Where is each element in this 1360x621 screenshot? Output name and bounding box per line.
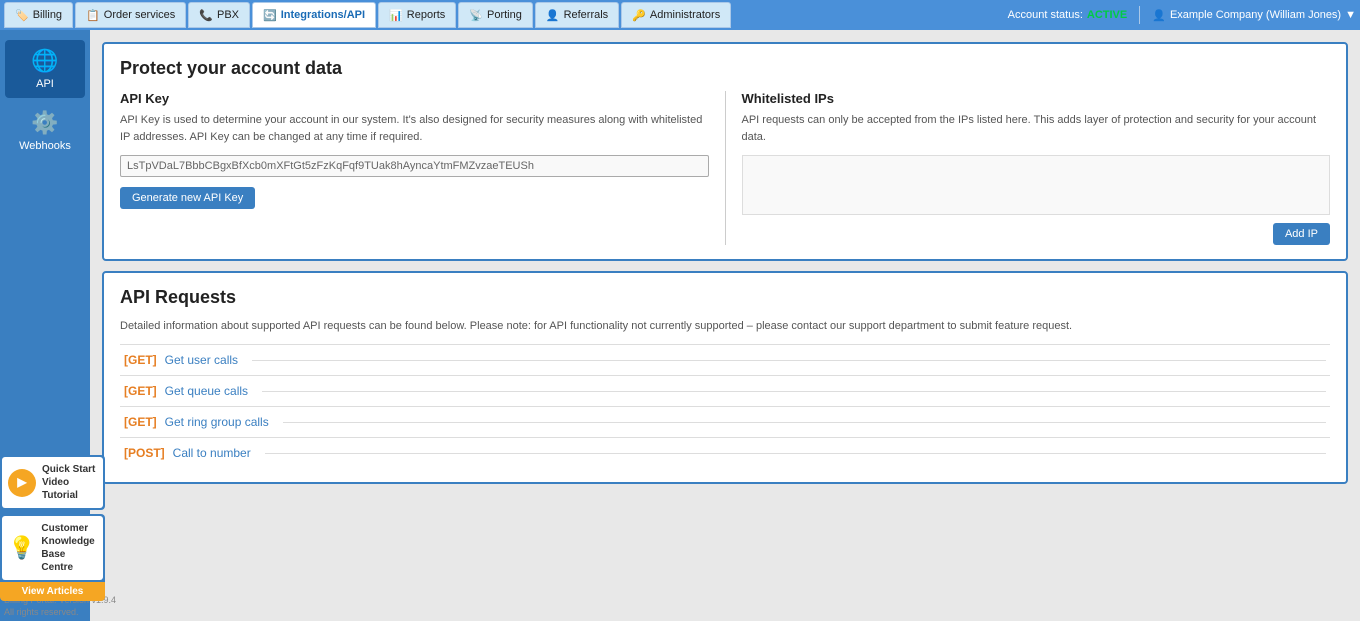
account-status: Account status: ACTIVE	[1008, 9, 1128, 21]
whitelisted-ips-description: API requests can only be accepted from t…	[742, 112, 1331, 145]
view-articles-button[interactable]: View Articles	[0, 582, 105, 601]
dropdown-chevron-icon: ▼	[1345, 9, 1356, 21]
api-request-item-3[interactable]: [POST] Call to number	[120, 437, 1330, 468]
sidebar-item-api[interactable]: 🌐 API	[5, 40, 85, 98]
api-requests-card: API Requests Detailed information about …	[102, 271, 1348, 484]
api-method-0: [GET]	[124, 353, 157, 367]
administrators-label: Administrators	[650, 9, 720, 21]
nav-tabs: 🏷️ Billing 📋 Order services 📞 PBX 🔄 Inte…	[4, 2, 1008, 28]
nav-divider	[1139, 6, 1140, 24]
ip-list-box	[742, 155, 1331, 215]
sidebar-api-label: API	[36, 78, 54, 90]
protect-card-body: API Key API Key is used to determine you…	[120, 91, 1330, 245]
reports-label: Reports	[407, 9, 446, 21]
nav-tab-reports[interactable]: 📊 Reports	[378, 2, 456, 28]
pbx-icon: 📞	[199, 9, 213, 22]
api-request-item-1[interactable]: [GET] Get queue calls	[120, 375, 1330, 406]
main-content: Protect your account data API Key API Ke…	[90, 30, 1360, 621]
api-key-section: API Key API Key is used to determine you…	[120, 91, 726, 245]
quick-start-widget[interactable]: ▶ Quick Start Video Tutorial	[0, 455, 105, 510]
order-services-icon: 📋	[86, 9, 100, 22]
kb-inner: 💡 Customer Knowledge Base Centre	[2, 516, 103, 580]
kb-title: Customer Knowledge Base Centre	[41, 522, 97, 574]
api-key-description: API Key is used to determine your accoun…	[120, 112, 709, 145]
quick-start-title: Quick Start Video Tutorial	[42, 463, 97, 502]
api-line-1	[262, 391, 1326, 392]
reports-icon: 📊	[389, 9, 403, 22]
bottom-widgets: ▶ Quick Start Video Tutorial 💡 Customer …	[0, 455, 108, 601]
billing-label: Billing	[33, 9, 62, 21]
sidebar-webhooks-label: Webhooks	[19, 140, 71, 152]
api-request-item-0[interactable]: [GET] Get user calls	[120, 344, 1330, 375]
user-name: Example Company (William Jones)	[1170, 9, 1341, 21]
api-key-section-title: API Key	[120, 91, 709, 106]
play-icon: ▶	[8, 469, 36, 497]
pbx-label: PBX	[217, 9, 239, 21]
order-services-label: Order services	[104, 9, 176, 21]
nav-tab-integrations-api[interactable]: 🔄 Integrations/API	[252, 2, 376, 28]
generate-api-key-button[interactable]: Generate new API Key	[120, 187, 255, 209]
api-method-3: [POST]	[124, 446, 165, 460]
top-nav-right: Account status: ACTIVE 👤 Example Company…	[1008, 6, 1356, 24]
nav-tab-billing[interactable]: 🏷️ Billing	[4, 2, 73, 28]
webhooks-icon: ⚙️	[31, 110, 58, 136]
nav-tab-order-services[interactable]: 📋 Order services	[75, 2, 186, 28]
api-request-item-2[interactable]: [GET] Get ring group calls	[120, 406, 1330, 437]
api-method-1: [GET]	[124, 384, 157, 398]
protect-card-title: Protect your account data	[120, 58, 1330, 79]
api-label-1: Get queue calls	[165, 384, 248, 398]
bulb-icon: 💡	[8, 533, 35, 564]
api-requests-description: Detailed information about supported API…	[120, 320, 1330, 332]
sidebar-item-webhooks[interactable]: ⚙️ Webhooks	[5, 102, 85, 160]
api-line-0	[252, 360, 1326, 361]
user-info[interactable]: 👤 Example Company (William Jones) ▼	[1152, 9, 1356, 22]
integrations-api-icon: 🔄	[263, 9, 277, 22]
referrals-icon: 👤	[546, 9, 560, 22]
api-icon: 🌐	[31, 48, 58, 74]
account-status-label: Account status:	[1008, 9, 1083, 21]
quick-start-inner: ▶ Quick Start Video Tutorial	[2, 457, 103, 508]
top-navigation: 🏷️ Billing 📋 Order services 📞 PBX 🔄 Inte…	[0, 0, 1360, 30]
integrations-api-label: Integrations/API	[281, 9, 365, 21]
account-status-value: ACTIVE	[1087, 9, 1127, 21]
referrals-label: Referrals	[564, 9, 609, 21]
nav-tab-administrators[interactable]: 🔑 Administrators	[621, 2, 731, 28]
api-label-2: Get ring group calls	[165, 415, 269, 429]
user-avatar-icon: 👤	[1152, 9, 1166, 22]
footer-line2: All rights reserved.	[4, 606, 116, 619]
nav-tab-pbx[interactable]: 📞 PBX	[188, 2, 250, 28]
api-line-3	[265, 453, 1326, 454]
main-layout: 🌐 API ⚙️ Webhooks Protect your account d…	[0, 30, 1360, 621]
administrators-icon: 🔑	[632, 9, 646, 22]
api-line-2	[283, 422, 1326, 423]
add-ip-button[interactable]: Add IP	[1273, 223, 1330, 245]
protect-account-card: Protect your account data API Key API Ke…	[102, 42, 1348, 261]
nav-tab-referrals[interactable]: 👤 Referrals	[535, 2, 619, 28]
api-method-2: [GET]	[124, 415, 157, 429]
whitelisted-ips-section: Whitelisted IPs API requests can only be…	[726, 91, 1331, 245]
whitelisted-ips-content: Add IP	[742, 155, 1331, 245]
api-requests-title: API Requests	[120, 287, 1330, 308]
porting-icon: 📡	[469, 9, 483, 22]
knowledge-base-widget[interactable]: 💡 Customer Knowledge Base Centre View Ar…	[0, 514, 105, 601]
api-key-input[interactable]	[120, 155, 709, 177]
whitelisted-ips-title: Whitelisted IPs	[742, 91, 1331, 106]
nav-tab-porting[interactable]: 📡 Porting	[458, 2, 533, 28]
api-label-0: Get user calls	[165, 353, 238, 367]
billing-icon: 🏷️	[15, 9, 29, 22]
porting-label: Porting	[487, 9, 522, 21]
api-label-3: Call to number	[173, 446, 251, 460]
